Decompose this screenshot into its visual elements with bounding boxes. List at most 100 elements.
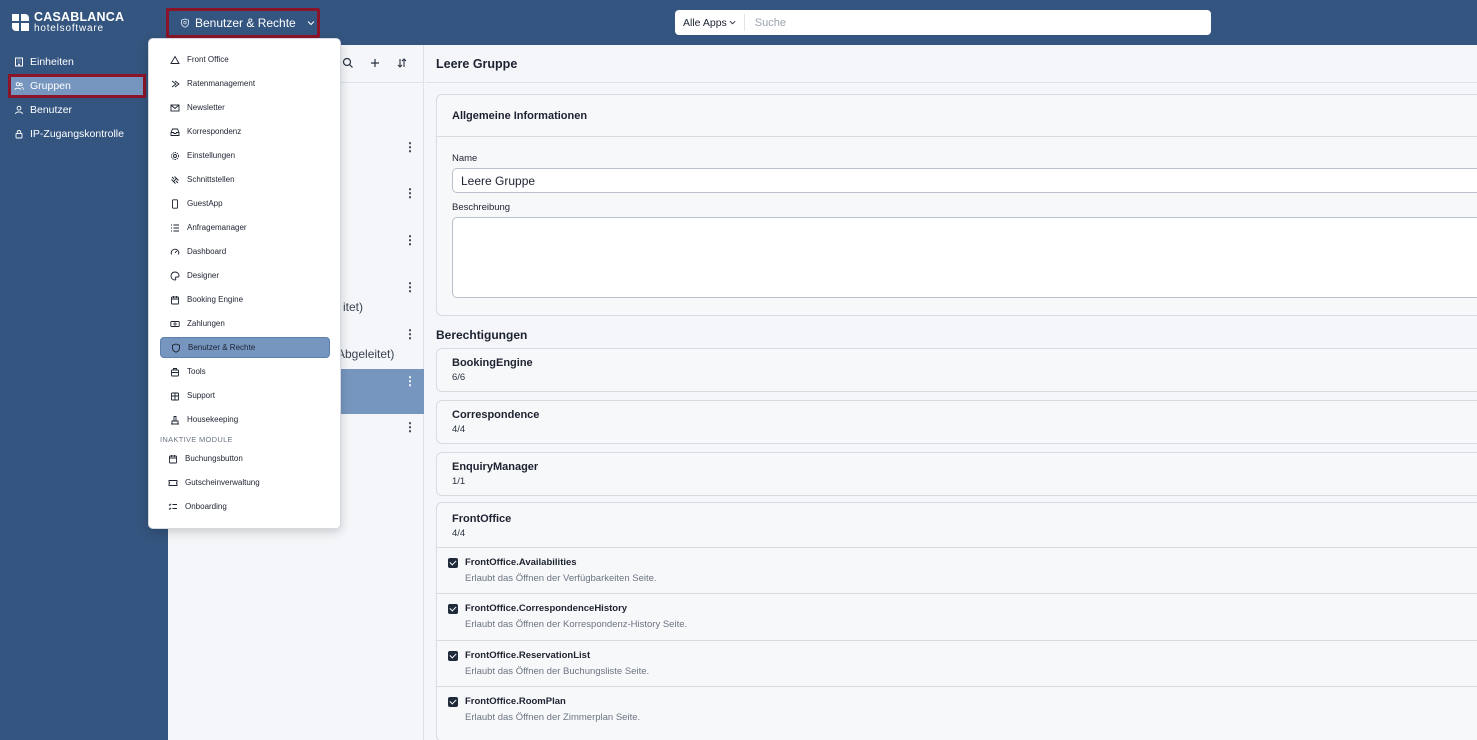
search-input[interactable] <box>754 16 1211 29</box>
more-options-icon[interactable]: ⋮ <box>404 234 416 246</box>
permission-row: FrontOffice.RoomPlan Erlaubt das Öffnen … <box>437 686 1477 732</box>
sidebar: Einheiten Gruppen Benutzer IP-Zugangskon… <box>0 45 168 740</box>
permission-checkbox[interactable] <box>448 604 458 614</box>
menu-item-label: Einstellungen <box>187 151 236 160</box>
shield-icon <box>181 18 189 28</box>
search-scope-label: Alle Apps <box>683 16 727 29</box>
toolbox-icon <box>171 367 179 376</box>
menu-item-label: Dashboard <box>187 247 227 256</box>
menu-item-housekeeping[interactable]: Housekeeping <box>160 409 330 430</box>
permission-name: FrontOffice.CorrespondenceHistory <box>465 603 628 614</box>
users-icon <box>14 82 24 90</box>
permission-description: Erlaubt das Öffnen der Korrespondenz-His… <box>465 619 688 630</box>
search-scope-select[interactable]: Alle Apps <box>675 14 745 31</box>
sidebar-item-label: IP-Zugangskontrolle <box>30 128 124 140</box>
menu-item-label: Onboarding <box>185 502 227 511</box>
permission-group-name: BookingEngine <box>452 357 533 369</box>
menu-item-korrespondenz[interactable]: Korrespondenz <box>160 121 330 142</box>
more-options-icon[interactable]: ⋮ <box>404 187 416 199</box>
menu-item-label: Zahlungen <box>187 319 225 328</box>
menu-item-front-office[interactable]: Front Office <box>160 49 330 70</box>
more-options-icon[interactable]: ⋮ <box>404 375 416 387</box>
menu-item-label: Gutscheinverwaltung <box>185 478 260 487</box>
permission-group-name: EnquiryManager <box>452 461 539 473</box>
name-field[interactable] <box>452 168 1477 193</box>
chevron-down-icon <box>307 21 315 26</box>
menu-item-benutzer-rechte[interactable]: Benutzer & Rechte <box>160 337 330 358</box>
lock-icon <box>15 130 23 139</box>
permission-checkbox[interactable] <box>448 697 458 707</box>
permission-group-correspondence[interactable]: Correspondence 4/4 <box>436 400 1477 444</box>
menu-item-anfragemanager[interactable]: Anfragemanager <box>160 217 330 238</box>
more-options-icon[interactable]: ⋮ <box>404 281 416 293</box>
more-options-icon[interactable]: ⋮ <box>404 328 416 340</box>
sort-icon[interactable] <box>396 57 408 69</box>
app-switcher-button[interactable]: Benutzer & Rechte <box>166 8 320 38</box>
search-icon[interactable] <box>342 57 354 69</box>
mail-icon <box>170 104 180 111</box>
building-icon <box>15 57 23 67</box>
permission-group-enquirymanager[interactable]: EnquiryManager 1/1 <box>436 452 1477 496</box>
menu-item-label: Housekeeping <box>187 415 239 424</box>
gauge-icon <box>170 248 180 255</box>
casablanca-logo[interactable]: CASABLANCA hotelsoftware <box>12 11 124 34</box>
menu-item-designer[interactable]: Designer <box>160 265 330 286</box>
menu-item-label: Ratenmanagement <box>187 79 256 88</box>
permission-group-bookingengine[interactable]: BookingEngine 6/6 <box>436 348 1477 392</box>
menu-item-newsletter[interactable]: Newsletter <box>160 97 330 118</box>
brand-name: CASABLANCA <box>34 10 125 24</box>
menu-item-dashboard[interactable]: Dashboard <box>160 241 330 262</box>
permission-group-name: Correspondence <box>452 409 540 421</box>
rate-management-icon <box>171 80 180 87</box>
description-field[interactable] <box>452 217 1477 298</box>
permission-description: Erlaubt das Öffnen der Verfügbarkeiten S… <box>465 573 657 584</box>
permissions-title: Berechtigungen <box>436 328 528 342</box>
payment-icon <box>170 320 180 327</box>
calendar-icon <box>171 295 179 304</box>
ticket-icon <box>168 479 178 486</box>
menu-item-onboarding[interactable]: Onboarding <box>160 496 330 517</box>
menu-item-schnittstellen[interactable]: Schnittstellen <box>160 169 330 190</box>
palette-icon <box>170 271 180 280</box>
menu-item-support[interactable]: Support <box>160 385 330 406</box>
menu-item-gutscheinverwaltung[interactable]: Gutscheinverwaltung <box>160 472 330 493</box>
checklist-icon <box>168 503 177 510</box>
menu-item-guestapp[interactable]: GuestApp <box>160 193 330 214</box>
menu-item-label: Newsletter <box>187 103 225 112</box>
menu-item-booking-engine[interactable]: Booking Engine <box>160 289 330 310</box>
menu-item-einstellungen[interactable]: Einstellungen <box>160 145 330 166</box>
permission-checkbox[interactable] <box>448 558 458 568</box>
menu-item-label: GuestApp <box>187 199 223 208</box>
general-info-card: Allgemeine Informationen Name Beschreibu… <box>436 94 1477 316</box>
permission-group-name[interactable]: FrontOffice <box>452 513 511 525</box>
menu-item-buchungsbutton[interactable]: Buchungsbutton <box>160 448 330 469</box>
detail-header: Leere Gruppe <box>425 45 1477 83</box>
permission-description: Erlaubt das Öffnen der Zimmerplan Seite. <box>465 712 641 723</box>
menu-item-ratenmanagement[interactable]: Ratenmanagement <box>160 73 330 94</box>
permission-name: FrontOffice.RoomPlan <box>465 696 566 707</box>
app-switcher-dropdown: Front Office Ratenmanagement Newsletter … <box>148 38 341 529</box>
sidebar-item-label: Einheiten <box>30 56 74 68</box>
menu-item-label: Front Office <box>187 55 229 64</box>
menu-item-zahlungen[interactable]: Zahlungen <box>160 313 330 334</box>
sidebar-item-benutzer[interactable]: Benutzer <box>8 99 146 121</box>
permission-checkbox[interactable] <box>448 651 458 661</box>
menu-item-label: Schnittstellen <box>187 175 235 184</box>
menu-item-label: Benutzer & Rechte <box>188 343 256 352</box>
permission-name: FrontOffice.ReservationList <box>465 650 591 661</box>
more-options-icon[interactable]: ⋮ <box>404 141 416 153</box>
housekeeping-icon <box>171 415 179 424</box>
name-label: Name <box>452 153 478 164</box>
more-options-icon[interactable]: ⋮ <box>404 421 416 433</box>
permission-group-frontoffice: FrontOffice 4/4 FrontOffice.Availabiliti… <box>436 502 1477 740</box>
inbox-icon <box>170 128 180 136</box>
sidebar-item-ip-zugangskontrolle[interactable]: IP-Zugangskontrolle <box>8 123 146 145</box>
menu-item-tools[interactable]: Tools <box>160 361 330 382</box>
sidebar-item-gruppen[interactable]: Gruppen <box>8 74 146 98</box>
description-label: Beschreibung <box>452 202 511 213</box>
add-icon[interactable] <box>369 57 381 69</box>
permission-group-count: 4/4 <box>452 528 466 539</box>
plug-icon <box>171 175 179 184</box>
card-header: Allgemeine Informationen <box>437 95 1477 137</box>
sidebar-item-einheiten[interactable]: Einheiten <box>8 51 146 73</box>
